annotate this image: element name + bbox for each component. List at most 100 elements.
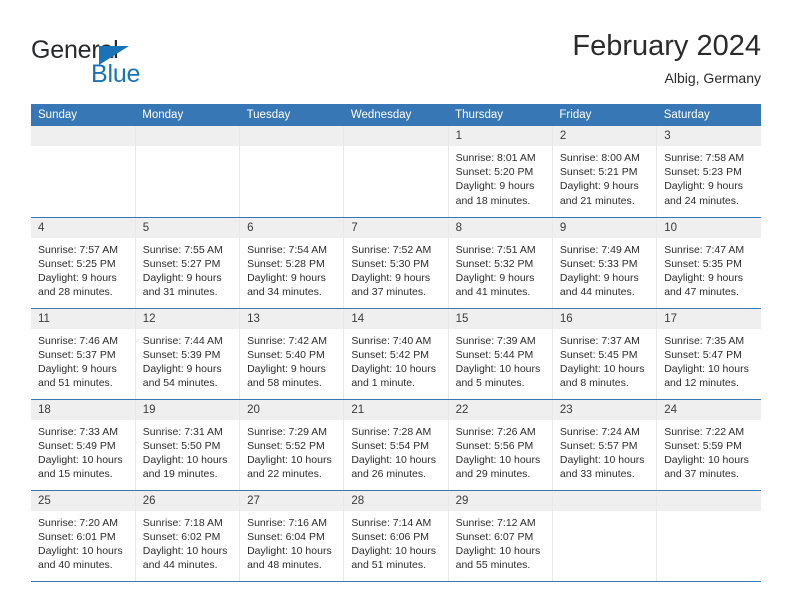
calendar-cell-empty: [239, 126, 345, 218]
calendar-day-cell[interactable]: 25 Sunrise: 7:20 AM Sunset: 6:01 PM Dayligh…: [31, 490, 136, 582]
day-number: 20: [240, 399, 344, 420]
calendar-cell-empty: [31, 126, 136, 218]
day-number: 21: [344, 399, 448, 420]
day-number: 10: [657, 217, 761, 238]
daylight-text-line1: Daylight: 9 hours: [559, 271, 639, 284]
sunset-text: Sunset: 5:21 PM: [559, 166, 638, 179]
calendar-day-cell[interactable]: 27 Sunrise: 7:16 AM Sunset: 6:04 PM Dayligh…: [239, 490, 345, 582]
day-number: 28: [344, 490, 448, 511]
sunset-text: Sunset: 6:04 PM: [247, 530, 325, 543]
daylight-text-line1: Daylight: 9 hours: [664, 180, 743, 193]
sunset-text: Sunset: 5:37 PM: [38, 348, 116, 361]
calendar-day-cell[interactable]: 14 Sunrise: 7:40 AM Sunset: 5:42 PM Dayligh…: [343, 308, 449, 400]
daylight-text-line1: Daylight: 9 hours: [247, 362, 326, 375]
calendar-week-row: 4 Sunrise: 7:57 AM Sunset: 5:25 PM Daylight…: [31, 217, 761, 309]
daylight-text-line2: and 12 minutes.: [664, 377, 739, 390]
day-number: 24: [657, 399, 761, 420]
sunrise-text: Sunrise: 7:40 AM: [351, 334, 432, 347]
daylight-text-line1: Daylight: 10 hours: [247, 453, 332, 466]
daylight-text-line1: Daylight: 10 hours: [664, 453, 749, 466]
weekday-header-friday: Friday: [552, 104, 657, 126]
sunset-text: Sunset: 5:45 PM: [559, 348, 638, 361]
daylight-text-line1: Daylight: 10 hours: [142, 453, 228, 466]
calendar-day-cell[interactable]: 2 Sunrise: 8:00 AM Sunset: 5:21 PM Daylight…: [552, 126, 658, 218]
general-blue-logo: General Blue: [31, 36, 231, 92]
calendar-day-cell[interactable]: 6 Sunrise: 7:54 AM Sunset: 5:28 PM Daylight…: [239, 217, 345, 309]
day-number: 26: [135, 490, 240, 511]
daylight-text-line1: Daylight: 9 hours: [664, 271, 743, 284]
daylight-text-line2: and 18 minutes.: [455, 194, 531, 207]
day-number: 14: [344, 308, 448, 329]
sunset-text: Sunset: 5:25 PM: [38, 257, 116, 270]
day-number: 29: [448, 490, 552, 511]
day-details: Sunrise: 7:54 AM Sunset: 5:28 PM Daylight:…: [240, 238, 343, 300]
daylight-text-line2: and 29 minutes.: [455, 468, 531, 481]
calendar-day-cell[interactable]: 3 Sunrise: 7:58 AM Sunset: 5:23 PM Daylight…: [656, 126, 761, 218]
calendar-day-cell[interactable]: 28 Sunrise: 7:14 AM Sunset: 6:06 PM Dayligh…: [343, 490, 449, 582]
sunset-text: Sunset: 5:54 PM: [351, 439, 429, 452]
daylight-text-line2: and 51 minutes.: [38, 377, 113, 390]
day-details: Sunrise: 7:28 AM Sunset: 5:54 PM Daylight:…: [344, 420, 447, 482]
day-details: Sunrise: 7:47 AM Sunset: 5:35 PM Daylight:…: [657, 238, 761, 300]
day-number: 18: [31, 399, 135, 420]
day-details: Sunrise: 8:00 AM Sunset: 5:21 PM Daylight:…: [553, 146, 656, 208]
calendar-day-cell[interactable]: 9 Sunrise: 7:49 AM Sunset: 5:33 PM Daylight…: [552, 217, 658, 309]
sunset-text: Sunset: 5:50 PM: [142, 439, 221, 452]
daylight-text-line1: Daylight: 9 hours: [142, 362, 222, 375]
sunrise-text: Sunrise: 7:57 AM: [38, 243, 118, 256]
daylight-text-line2: and 34 minutes.: [247, 286, 322, 299]
calendar-day-cell[interactable]: 29 Sunrise: 7:12 AM Sunset: 6:07 PM Dayligh…: [448, 490, 553, 582]
calendar-day-cell[interactable]: 5 Sunrise: 7:55 AM Sunset: 5:27 PM Daylight…: [135, 217, 241, 309]
calendar-day-cell[interactable]: 7 Sunrise: 7:52 AM Sunset: 5:30 PM Daylight…: [343, 217, 449, 309]
sunset-text: Sunset: 5:39 PM: [142, 348, 221, 361]
sunset-text: Sunset: 5:35 PM: [664, 257, 742, 270]
day-details: Sunrise: 7:46 AM Sunset: 5:37 PM Daylight:…: [31, 329, 135, 391]
day-number: 11: [31, 308, 135, 329]
day-number: 13: [240, 308, 344, 329]
day-number: [240, 126, 344, 146]
calendar-day-cell[interactable]: 22 Sunrise: 7:26 AM Sunset: 5:56 PM Dayligh…: [448, 399, 553, 491]
calendar-day-cell[interactable]: 26 Sunrise: 7:18 AM Sunset: 6:02 PM Dayligh…: [135, 490, 241, 582]
calendar-week-row: 1 Sunrise: 8:01 AM Sunset: 5:20 PM Daylight…: [31, 126, 761, 218]
sunrise-text: Sunrise: 7:54 AM: [247, 243, 328, 256]
daylight-text-line2: and 28 minutes.: [38, 286, 113, 299]
calendar-day-cell[interactable]: 19 Sunrise: 7:31 AM Sunset: 5:50 PM Dayligh…: [135, 399, 241, 491]
calendar-day-cell[interactable]: 20 Sunrise: 7:29 AM Sunset: 5:52 PM Dayligh…: [239, 399, 345, 491]
calendar-day-cell[interactable]: 13 Sunrise: 7:42 AM Sunset: 5:40 PM Dayligh…: [239, 308, 345, 400]
calendar-day-cell[interactable]: 10 Sunrise: 7:47 AM Sunset: 5:35 PM Dayligh…: [656, 217, 761, 309]
daylight-text-line2: and 8 minutes.: [559, 377, 629, 390]
daylight-text-line2: and 41 minutes.: [455, 286, 531, 299]
weekday-header-tuesday: Tuesday: [239, 104, 344, 126]
day-details: Sunrise: 7:37 AM Sunset: 5:45 PM Daylight:…: [553, 329, 656, 391]
daylight-text-line1: Daylight: 10 hours: [559, 362, 645, 375]
calendar-day-cell[interactable]: 23 Sunrise: 7:24 AM Sunset: 5:57 PM Dayligh…: [552, 399, 658, 491]
day-number: 17: [657, 308, 761, 329]
sunset-text: Sunset: 5:28 PM: [247, 257, 325, 270]
calendar-day-cell[interactable]: 12 Sunrise: 7:44 AM Sunset: 5:39 PM Dayligh…: [135, 308, 241, 400]
calendar-cell-empty: [135, 126, 241, 218]
calendar-day-cell[interactable]: 16 Sunrise: 7:37 AM Sunset: 5:45 PM Dayligh…: [552, 308, 658, 400]
day-number: 5: [135, 217, 240, 238]
sunrise-text: Sunrise: 7:49 AM: [559, 243, 640, 256]
calendar-day-cell[interactable]: 21 Sunrise: 7:28 AM Sunset: 5:54 PM Dayligh…: [343, 399, 449, 491]
daylight-text-line1: Daylight: 9 hours: [38, 271, 117, 284]
calendar-day-cell[interactable]: 17 Sunrise: 7:35 AM Sunset: 5:47 PM Dayligh…: [656, 308, 761, 400]
calendar-day-cell[interactable]: 11 Sunrise: 7:46 AM Sunset: 5:37 PM Dayligh…: [31, 308, 136, 400]
daylight-text-line1: Daylight: 10 hours: [142, 544, 228, 557]
calendar-day-cell[interactable]: 15 Sunrise: 7:39 AM Sunset: 5:44 PM Dayligh…: [448, 308, 553, 400]
daylight-text-line1: Daylight: 9 hours: [247, 271, 326, 284]
calendar-day-cell[interactable]: 8 Sunrise: 7:51 AM Sunset: 5:32 PM Daylight…: [448, 217, 553, 309]
sunrise-text: Sunrise: 7:44 AM: [142, 334, 223, 347]
sunrise-text: Sunrise: 7:46 AM: [38, 334, 118, 347]
day-number: 7: [344, 217, 448, 238]
daylight-text-line2: and 22 minutes.: [247, 468, 322, 481]
calendar-day-cell[interactable]: 24 Sunrise: 7:22 AM Sunset: 5:59 PM Dayligh…: [656, 399, 761, 491]
calendar-header-row: Sunday Monday Tuesday Wednesday Thursday…: [31, 104, 761, 126]
sunrise-text: Sunrise: 7:14 AM: [351, 516, 432, 529]
calendar-day-cell[interactable]: 18 Sunrise: 7:33 AM Sunset: 5:49 PM Dayligh…: [31, 399, 136, 491]
daylight-text-line1: Daylight: 10 hours: [455, 362, 541, 375]
calendar-day-cell[interactable]: 4 Sunrise: 7:57 AM Sunset: 5:25 PM Daylight…: [31, 217, 136, 309]
day-details: Sunrise: 7:55 AM Sunset: 5:27 PM Daylight:…: [136, 238, 239, 300]
calendar-day-cell[interactable]: 1 Sunrise: 8:01 AM Sunset: 5:20 PM Daylight…: [448, 126, 553, 218]
sunset-text: Sunset: 6:01 PM: [38, 530, 116, 543]
